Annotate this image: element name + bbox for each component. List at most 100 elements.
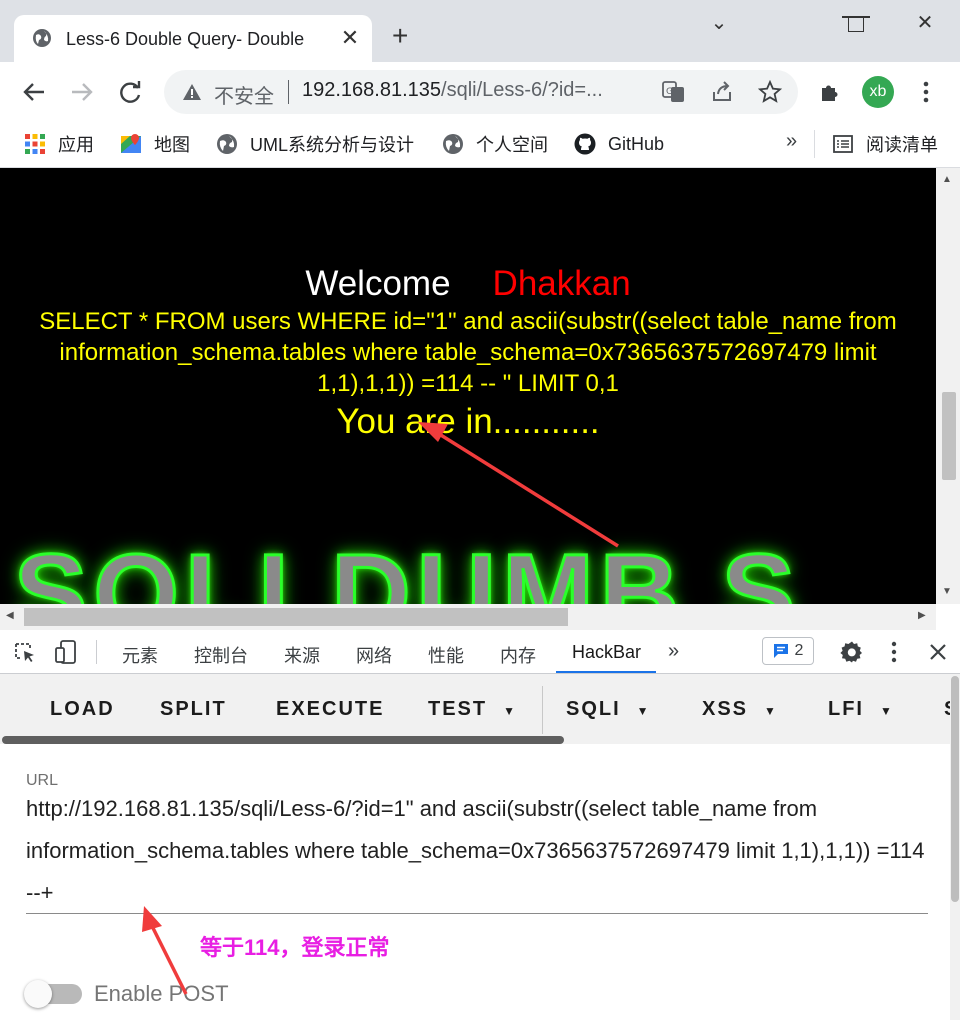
- reload-icon[interactable]: [114, 76, 146, 108]
- logo-clip: SQLI DUMB S: [0, 168, 936, 605]
- profile-avatar[interactable]: xb: [862, 76, 894, 108]
- lfi-button[interactable]: LFI ▼: [828, 698, 892, 721]
- device-toolbar-icon[interactable]: [54, 640, 78, 664]
- tab-close-icon[interactable]: ✕: [338, 25, 362, 51]
- url-field-underline: [26, 913, 928, 914]
- hackbar-toolbar: LOAD SPLIT EXECUTE TEST ▼ SQLI ▼ XSS ▼ LFI ▼…: [0, 674, 950, 744]
- tab-strip: Less-6 Double Query- Double ✕ + ⌄ ✕: [0, 0, 960, 63]
- tab-network[interactable]: 网络: [356, 642, 392, 668]
- tab-search-icon[interactable]: ⌄: [704, 10, 734, 35]
- message-icon: [773, 644, 788, 658]
- load-button[interactable]: LOAD: [50, 698, 115, 721]
- annotation-text: 等于114，登录正常: [200, 935, 390, 960]
- globe-icon: [217, 134, 237, 154]
- bookmark-label: 个人空间: [476, 135, 548, 155]
- warning-icon[interactable]: [182, 82, 202, 102]
- chevron-down-icon: ▼: [636, 704, 649, 718]
- omnibox-divider: [288, 80, 289, 104]
- chevron-down-icon: ▼: [880, 704, 892, 718]
- svg-text:G: G: [666, 87, 673, 97]
- devtools-menu-icon[interactable]: [886, 640, 902, 664]
- chevron-down-icon: ▼: [503, 704, 516, 718]
- scroll-right-icon[interactable]: ▶: [918, 610, 926, 621]
- issues-count: 2: [794, 642, 804, 659]
- page-horizontal-scroll-thumb[interactable]: [24, 608, 568, 626]
- settings-gear-icon[interactable]: [840, 640, 864, 664]
- menu-kebab-icon[interactable]: [918, 80, 934, 104]
- address-bar[interactable]: 不安全 192.168.81.135/sqli/Less-6/?id=... G: [164, 70, 798, 114]
- hackbar-divider: [542, 686, 543, 734]
- bookmark-github[interactable]: GitHub: [574, 130, 664, 158]
- url-host: 192.168.81.135: [302, 79, 442, 101]
- tab-title: Less-6 Double Query- Double: [66, 29, 305, 49]
- bookmarks-more-icon[interactable]: »: [786, 130, 797, 153]
- forward-icon[interactable]: [66, 76, 98, 108]
- apps-grid-icon: [25, 134, 45, 154]
- bookmark-label: 地图: [154, 135, 190, 155]
- page-vertical-scroll-thumb[interactable]: [942, 392, 956, 480]
- browser-tab[interactable]: Less-6 Double Query- Double ✕: [14, 15, 372, 63]
- chevron-down-icon: ▼: [764, 704, 776, 718]
- bookmark-apps[interactable]: 应用: [24, 130, 94, 158]
- bookmark-label: UML系统分析与设计: [250, 135, 415, 155]
- scroll-up-icon[interactable]: ▲: [942, 174, 952, 185]
- split-button[interactable]: SPLIT: [160, 698, 227, 721]
- devtools-close-icon[interactable]: [928, 642, 948, 662]
- globe-icon: [33, 29, 51, 47]
- back-icon[interactable]: [18, 76, 50, 108]
- bookmarks-divider: [814, 130, 815, 158]
- tab-hackbar[interactable]: HackBar: [572, 642, 641, 663]
- window-close-icon[interactable]: ✕: [910, 10, 940, 35]
- active-tab-indicator: [556, 671, 656, 673]
- inspect-element-icon[interactable]: [14, 642, 38, 664]
- scroll-down-icon[interactable]: ▼: [942, 586, 952, 597]
- url-text[interactable]: 192.168.81.135/sqli/Less-6/?id=...: [302, 79, 652, 102]
- enable-post-label: Enable POST: [94, 981, 229, 1006]
- url-path: /sqli/Less-6/?id=...: [441, 79, 603, 101]
- test-button[interactable]: TEST ▼: [428, 698, 515, 721]
- devtools-divider: [96, 640, 97, 664]
- tab-sources[interactable]: 来源: [284, 642, 320, 668]
- insecure-label: 不安全: [214, 86, 274, 108]
- page-vertical-scrollbar[interactable]: [936, 168, 960, 604]
- tab-memory[interactable]: 内存: [500, 642, 536, 668]
- star-icon[interactable]: [758, 80, 782, 104]
- hackbar-panel: URL http://192.168.81.135/sqli/Less-6/?i…: [0, 744, 950, 1020]
- globe-icon: [443, 134, 463, 154]
- share-icon[interactable]: [710, 80, 734, 104]
- tab-console[interactable]: 控制台: [194, 642, 248, 668]
- more-tabs-icon[interactable]: »: [668, 640, 679, 663]
- tab-elements[interactable]: 元素: [122, 642, 158, 668]
- sqli-dumb-logo: SQLI DUMB S: [12, 531, 802, 605]
- reading-list-label: 阅读清单: [866, 135, 938, 155]
- bookmark-label: GitHub: [608, 133, 665, 154]
- xss-button[interactable]: XSS ▼: [702, 698, 776, 721]
- translate-icon[interactable]: G: [662, 81, 686, 103]
- new-tab-button[interactable]: +: [392, 22, 408, 50]
- maximize-icon[interactable]: [848, 16, 864, 32]
- reading-list-icon: [833, 135, 853, 153]
- bookmarks-bar: 应用 地图 UML系统分析与设计 个人空间 GitHub » 阅读清单: [0, 122, 960, 168]
- extensions-icon[interactable]: [818, 80, 842, 104]
- devtools-tabbar: 元素 控制台 来源 网络 性能 内存 HackBar » 2: [0, 630, 960, 674]
- bookmark-label: 应用: [58, 135, 94, 155]
- browser-toolbar: 不安全 192.168.81.135/sqli/Less-6/?id=... G…: [0, 62, 960, 122]
- bookmark-maps[interactable]: 地图: [120, 130, 190, 158]
- reading-list-button[interactable]: 阅读清单: [832, 130, 938, 158]
- github-icon: [574, 133, 596, 155]
- url-textarea[interactable]: http://192.168.81.135/sqli/Less-6/?id=1"…: [26, 788, 926, 914]
- execute-button[interactable]: EXECUTE: [276, 698, 384, 721]
- enable-post-toggle[interactable]: [24, 980, 52, 1008]
- sqli-label: SQLI: [566, 698, 621, 720]
- devtools-vertical-scroll-thumb[interactable]: [951, 676, 959, 902]
- sqli-button[interactable]: SQLI ▼: [566, 698, 649, 721]
- bookmark-space[interactable]: 个人空间: [442, 130, 548, 158]
- issues-badge[interactable]: 2: [762, 637, 814, 665]
- hackbar-horizontal-scroll-thumb[interactable]: [2, 736, 564, 744]
- maps-icon: [121, 134, 141, 153]
- tab-performance[interactable]: 性能: [428, 642, 464, 668]
- bookmark-uml[interactable]: UML系统分析与设计: [216, 130, 414, 158]
- scroll-left-icon[interactable]: ◀: [6, 610, 14, 621]
- test-label: TEST: [428, 698, 488, 720]
- xss-label: XSS: [702, 698, 749, 720]
